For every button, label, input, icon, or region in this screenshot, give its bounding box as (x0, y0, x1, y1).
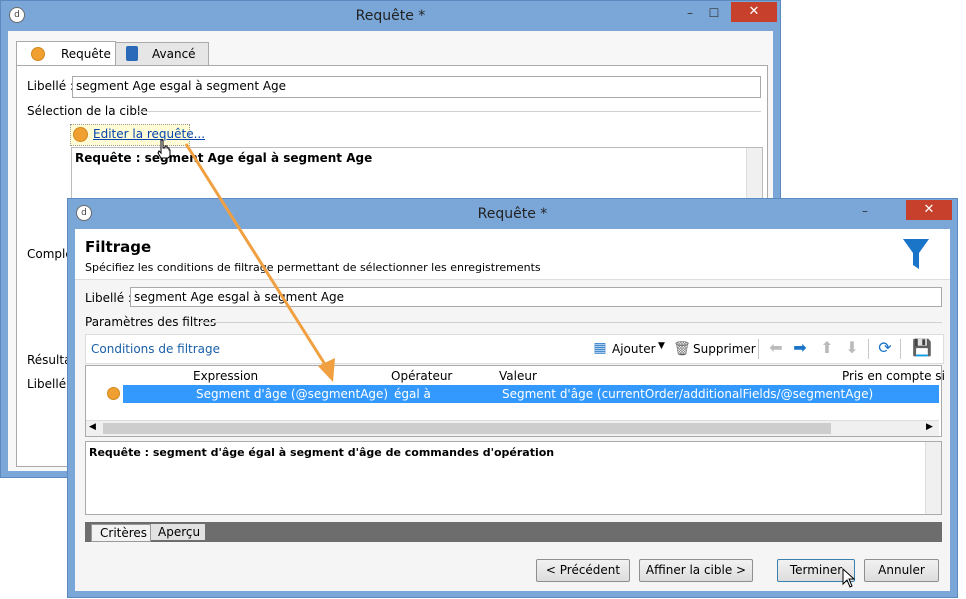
callout-arrow (184, 143, 335, 382)
screen: { "back_window": { "title": "Requête *",… (0, 0, 966, 599)
pointer-cursor-icon (842, 568, 856, 588)
hand-cursor-icon (157, 139, 171, 159)
